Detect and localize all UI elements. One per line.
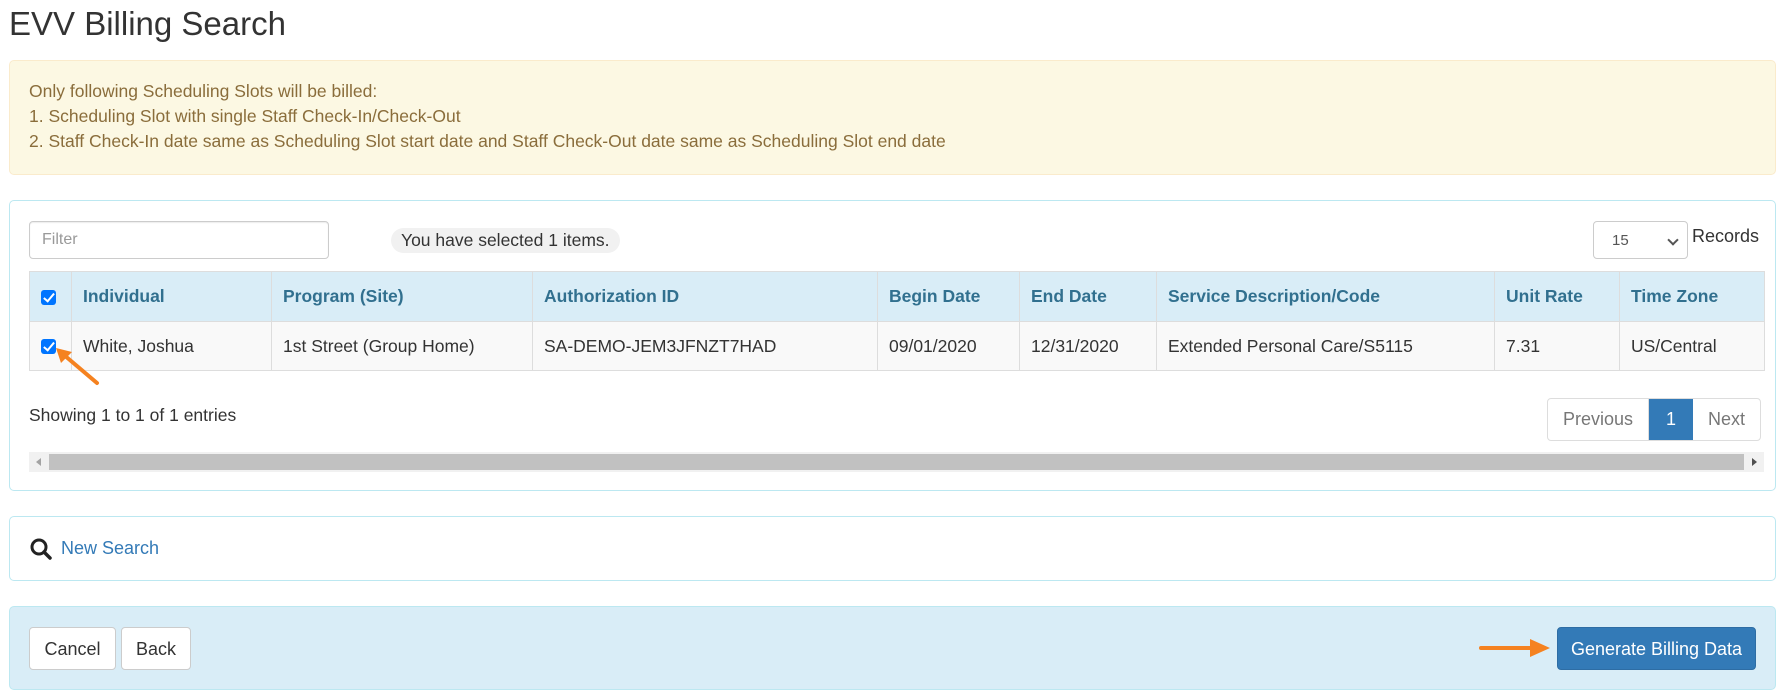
cell-begin-date: 09/01/2020 [877, 321, 1020, 371]
new-search-link[interactable]: New Search [61, 538, 159, 559]
selected-count-info: You have selected 1 items. [391, 228, 620, 253]
showing-entries-info: Showing 1 to 1 of 1 entries [29, 405, 237, 425]
alert-line: Only following Scheduling Slots will be … [29, 81, 378, 101]
table-header-row: Individual Program (Site) Authorization … [29, 271, 1765, 322]
back-button[interactable]: Back [121, 627, 191, 670]
column-header-begin-date[interactable]: Begin Date [877, 271, 1020, 322]
cell-end-date: 12/31/2020 [1019, 321, 1157, 371]
results-panel: You have selected 1 items. 15 Records In… [9, 200, 1776, 491]
select-all-checkbox[interactable] [41, 289, 56, 305]
column-header-program[interactable]: Program (Site) [271, 271, 533, 322]
column-header-authorization-id[interactable]: Authorization ID [532, 271, 878, 322]
cell-authorization-id: SA-DEMO-JEM3JFNZT7HAD [532, 321, 878, 371]
billing-rules-alert: Only following Scheduling Slots will be … [9, 60, 1776, 175]
cell-unit-rate: 7.31 [1494, 321, 1620, 371]
page-title: EVV Billing Search [9, 5, 286, 42]
cell-individual: White, Joshua [71, 321, 272, 371]
action-footer: Cancel Back Generate Billing Data [9, 606, 1776, 690]
generate-billing-data-button[interactable]: Generate Billing Data [1557, 627, 1756, 670]
filter-input[interactable] [29, 221, 329, 259]
cancel-button[interactable]: Cancel [29, 627, 116, 670]
column-header-time-zone[interactable]: Time Zone [1619, 271, 1765, 322]
search-icon [30, 538, 52, 560]
column-header-unit-rate[interactable]: Unit Rate [1494, 271, 1620, 322]
table-row: White, Joshua 1st Street (Group Home) SA… [29, 321, 1765, 371]
cell-service: Extended Personal Care/S5115 [1156, 321, 1495, 371]
new-search-panel: New Search [9, 516, 1776, 581]
records-label: Records [1692, 226, 1760, 246]
billing-table: Individual Program (Site) Authorization … [29, 271, 1765, 371]
pagination-page-1[interactable]: 1 [1649, 399, 1694, 440]
records-per-page-select[interactable]: 15 [1593, 221, 1688, 259]
column-header-individual[interactable]: Individual [71, 271, 272, 322]
scrollbar-thumb[interactable] [49, 454, 1744, 470]
pagination-previous[interactable]: Previous [1548, 399, 1650, 440]
column-header-end-date[interactable]: End Date [1019, 271, 1157, 322]
cell-time-zone: US/Central [1619, 321, 1765, 371]
records-select-value: 15 [1612, 232, 1629, 249]
scroll-right-arrow-icon[interactable] [1752, 458, 1757, 466]
alert-line: 2. Staff Check-In date same as Schedulin… [29, 131, 946, 151]
scroll-left-arrow-icon[interactable] [36, 458, 41, 466]
row-checkbox[interactable] [41, 339, 56, 355]
pagination: Previous 1 Next [1547, 398, 1762, 441]
column-header-service[interactable]: Service Description/Code [1156, 271, 1495, 322]
chevron-down-icon [1667, 234, 1679, 246]
cell-program: 1st Street (Group Home) [271, 321, 533, 371]
horizontal-scrollbar[interactable] [29, 452, 1764, 472]
row-select-cell [29, 321, 72, 371]
select-all-cell [29, 271, 72, 322]
pagination-next[interactable]: Next [1693, 399, 1760, 440]
alert-line: 1. Scheduling Slot with single Staff Che… [29, 106, 461, 126]
